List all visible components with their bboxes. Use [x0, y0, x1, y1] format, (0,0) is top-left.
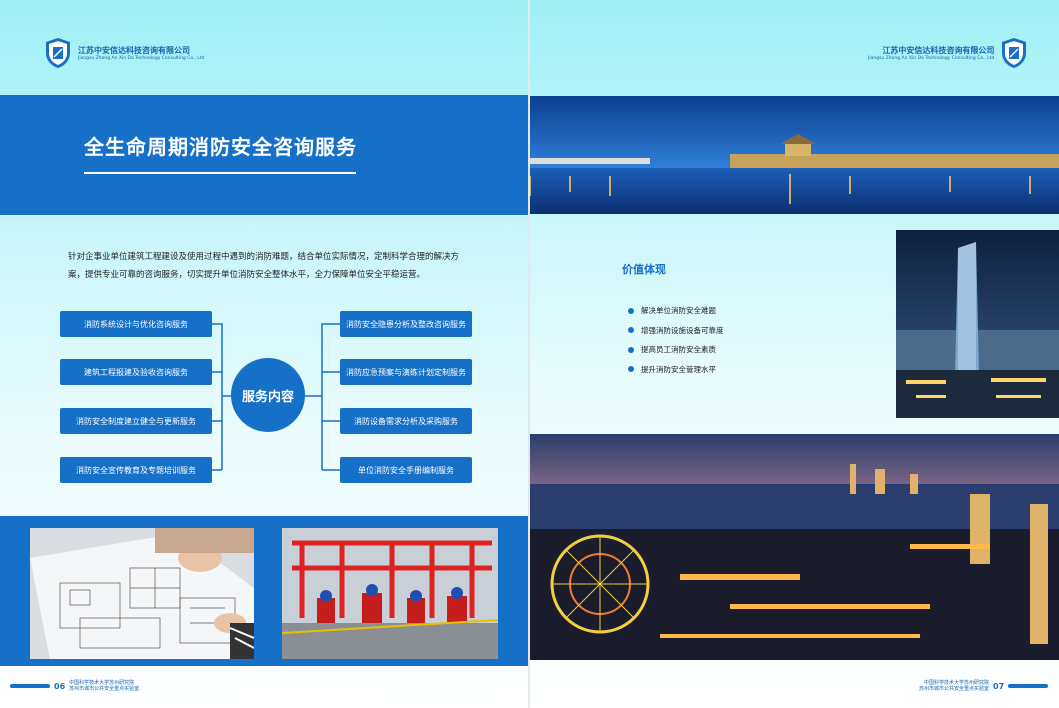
value-item-label: 增强消防设施设备可靠度	[641, 325, 724, 335]
company-name-en: Jiangsu Zhong An Xin Da Technology Consu…	[868, 56, 995, 61]
footer-line: 苏州市城市公共安全重点实验室	[919, 686, 990, 692]
page-number: 06	[54, 681, 66, 691]
bullet-icon	[628, 366, 634, 373]
value-list: 解决单位消防安全难题 增强消防设施设备可靠度 提高员工消防安全素质 提升消防安全…	[628, 301, 724, 379]
value-item: 增强消防设施设备可靠度	[628, 321, 724, 341]
company-logo: 江苏中安信达科技咨询有限公司 Jiangsu Zhong An Xin Da T…	[868, 37, 1028, 69]
blueprint-photo	[30, 528, 254, 659]
value-item-label: 解决单位消防安全难题	[641, 306, 716, 316]
service-box-left: 消防安全宣传教育及专题培训服务	[60, 457, 212, 483]
ferris-wheel-night-photo	[530, 434, 1059, 660]
service-box-left: 建筑工程报建及验收咨询服务	[60, 359, 212, 385]
left-page: 江苏中安信达科技咨询有限公司 Jiangsu Zhong An Xin Da T…	[0, 0, 528, 708]
skyscraper-photo	[896, 230, 1059, 418]
service-box-right: 消防安全隐患分析及整改咨询服务	[340, 311, 472, 337]
service-hub: 服务内容	[231, 358, 305, 432]
value-item: 提高员工消防安全素质	[628, 340, 724, 360]
value-item: 解决单位消防安全难题	[628, 301, 724, 321]
footer-bar	[1008, 684, 1049, 688]
service-box-left: 消防安全制度建立健全与更新服务	[60, 408, 212, 434]
city-gate-night-photo	[530, 96, 1059, 214]
page-footer-right: 中国科学技术大学苏州研究院 苏州市城市公共安全重点实验室 07	[919, 680, 1049, 692]
value-item-label: 提高员工消防安全素质	[641, 345, 716, 355]
value-heading: 价值体现	[622, 263, 666, 276]
pump-room-photo	[282, 528, 498, 659]
footer-line: 苏州市城市公共安全重点实验室	[69, 686, 140, 692]
service-box-right: 消防设备需求分析及采购服务	[340, 408, 472, 434]
bullet-icon	[628, 346, 634, 353]
value-item: 提升消防安全管理水平	[628, 360, 724, 380]
bullet-icon	[628, 327, 634, 334]
footer-bar	[10, 684, 50, 688]
bullet-icon	[628, 307, 634, 314]
shield-logo-icon	[1002, 38, 1027, 68]
right-page: 江苏中安信达科技咨询有限公司 Jiangsu Zhong An Xin Da T…	[530, 0, 1059, 708]
page-number: 07	[993, 681, 1005, 691]
service-box-left: 消防系统设计与优化咨询服务	[60, 311, 212, 337]
service-box-right: 单位消防安全手册编制服务	[340, 457, 472, 483]
page-footer-left: 06 中国科学技术大学苏州研究院 苏州市城市公共安全重点实验室	[10, 680, 139, 692]
service-box-right: 消防应急预案与演练计划定制服务	[340, 359, 472, 385]
value-item-label: 提升消防安全管理水平	[641, 364, 716, 374]
company-name-cn: 江苏中安信达科技咨询有限公司	[882, 46, 995, 55]
